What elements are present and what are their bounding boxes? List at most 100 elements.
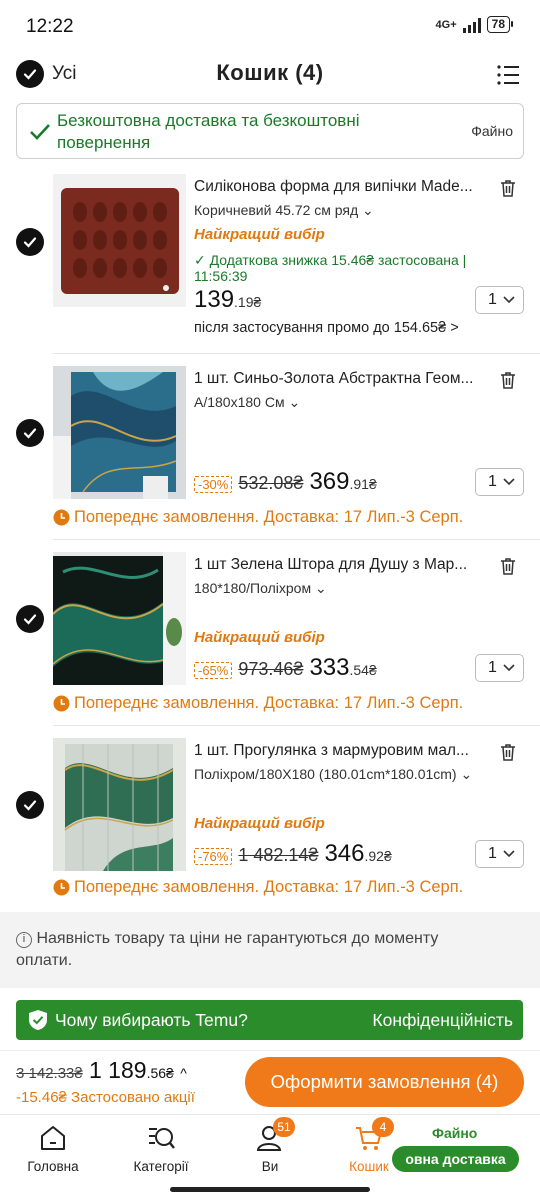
item-check-icon[interactable] — [16, 419, 44, 447]
banner-text: Безкоштовна доставка та безкоштовні пове… — [57, 111, 360, 152]
category-search-icon — [146, 1123, 176, 1153]
you-badge: 51 — [273, 1117, 295, 1137]
product-image[interactable] — [53, 738, 186, 871]
quantity-value: 1 — [488, 291, 497, 308]
variant-select[interactable]: A/180x180 См ⌄ — [194, 394, 300, 411]
variant-select[interactable]: Коричневий 45.72 см ряд ⌄ — [194, 202, 374, 219]
check-icon — [30, 124, 50, 140]
nav-you[interactable]: 51 Ви — [225, 1117, 315, 1174]
cart-icon: 4 — [354, 1117, 394, 1153]
old-total: 3 142.33₴ — [16, 1065, 83, 1082]
discount-badge: -30% — [194, 476, 233, 493]
item-title[interactable]: 1 шт. Синьо-Золота Абстрактна Геом... — [194, 370, 492, 388]
price-main: 369 — [309, 468, 350, 495]
clock-icon — [53, 695, 70, 712]
trash-icon[interactable] — [498, 178, 518, 198]
notice-text: i Наявність товару та ціни не гарантують… — [16, 928, 496, 972]
total[interactable]: 1 189.56₴ ^ — [89, 1057, 187, 1084]
home-indicator — [170, 1187, 370, 1192]
quantity-select[interactable]: 1 — [475, 654, 524, 682]
free-shipping-label: Файно — [432, 1125, 478, 1141]
price: 139.19₴ — [194, 286, 261, 314]
signal-icon — [462, 17, 481, 33]
variant-select[interactable]: 180*180/Поліхром ⌄ — [194, 580, 327, 597]
status-time: 12:22 — [26, 16, 74, 37]
price-main: 139 — [194, 286, 235, 313]
privacy-label[interactable]: Конфіденційність — [372, 1010, 513, 1031]
nav-categories[interactable]: Категорії — [116, 1123, 206, 1174]
trash-icon[interactable] — [498, 742, 518, 762]
nav-cart-label: Кошик — [349, 1159, 389, 1174]
free-shipping-pill[interactable]: овна доставка — [392, 1146, 519, 1172]
status-indicators: 4G+ 78 — [435, 16, 514, 33]
chevron-down-icon — [503, 296, 515, 304]
chevron-down-icon: ⌄ — [460, 766, 473, 782]
why-temu-bar[interactable]: Чому вибирають Temu? Конфіденційність — [16, 1000, 523, 1040]
old-price: 973.46₴ — [238, 659, 304, 679]
quantity-select[interactable]: 1 — [475, 840, 524, 868]
home-icon — [38, 1123, 68, 1153]
trash-icon[interactable] — [498, 556, 518, 576]
product-image[interactable] — [53, 174, 186, 307]
nav-home-label: Головна — [27, 1159, 79, 1174]
chevron-down-icon: ⌄ — [314, 580, 327, 596]
best-choice-badge: Найкращий вибір — [194, 629, 325, 646]
old-price: 532.08₴ — [238, 473, 304, 493]
price-main: 333 — [309, 654, 350, 681]
quantity-select[interactable]: 1 — [475, 468, 524, 496]
item-check-icon[interactable] — [16, 605, 44, 633]
preorder-notice: Попереднє замовлення. Доставка: 17 Лип.-… — [53, 878, 463, 897]
promo-applied: -15.46₴ Застосовано акції — [16, 1089, 195, 1106]
product-image[interactable] — [53, 552, 186, 685]
clock-icon — [53, 509, 70, 526]
availability-notice: i Наявність товару та ціни не гарантують… — [0, 912, 540, 988]
quantity-select[interactable]: 1 — [475, 286, 524, 314]
price: -30% 532.08₴ 369.91₴ — [194, 468, 377, 496]
why-temu-label: Чому вибирають Temu? — [55, 1010, 248, 1030]
nav-home[interactable]: Головна — [8, 1123, 98, 1174]
product-image[interactable] — [53, 366, 186, 499]
variant-label: Поліхром/180X180 (180.01cm*180.01cm) — [194, 766, 457, 782]
discount-badge: -76% — [194, 848, 233, 865]
network-label: 4G+ — [435, 18, 457, 31]
trash-icon[interactable] — [498, 370, 518, 390]
shield-check-icon — [29, 1010, 47, 1030]
chevron-down-icon — [503, 850, 515, 858]
divider — [53, 539, 540, 540]
price-decimal: .91₴ — [349, 476, 377, 492]
preorder-text: Попереднє замовлення. Доставка: 17 Лип.-… — [74, 508, 464, 526]
variant-label: 180*180/Поліхром — [194, 580, 312, 596]
chevron-up-icon: ^ — [180, 1065, 187, 1081]
promo-link[interactable]: після застосування промо до 154.65₴ > — [194, 320, 459, 336]
preorder-text: Попереднє замовлення. Доставка: 17 Лип.-… — [74, 694, 464, 712]
cart-badge: 4 — [372, 1117, 394, 1137]
chevron-down-icon: ⌄ — [288, 394, 301, 410]
extra-discount-text: Додаткова знижка 15.46₴ застосована | 11… — [194, 252, 467, 284]
price: -76% 1 482.14₴ 346.92₴ — [194, 840, 392, 868]
variant-select[interactable]: Поліхром/180X180 (180.01cm*180.01cm) ⌄ — [194, 766, 472, 783]
user-icon: 51 — [255, 1117, 295, 1153]
old-price: 1 482.14₴ — [238, 845, 319, 865]
info-icon: i — [16, 932, 32, 948]
quantity-value: 1 — [488, 659, 497, 676]
item-check-icon[interactable] — [16, 228, 44, 256]
item-title[interactable]: Силіконова форма для випічки Made... — [194, 178, 492, 196]
item-title[interactable]: 1 шт Зелена Штора для Душу з Мар... — [194, 556, 492, 574]
price-main: 346 — [324, 840, 365, 867]
price-decimal: .92₴ — [364, 848, 392, 864]
preorder-text: Попереднє замовлення. Доставка: 17 Лип.-… — [74, 878, 464, 896]
nav-you-label: Ви — [261, 1159, 279, 1174]
price-decimal: .19₴ — [234, 294, 262, 310]
item-check-icon[interactable] — [16, 791, 44, 819]
chevron-down-icon — [503, 478, 515, 486]
checkout-button[interactable]: Оформити замовлення (4) — [245, 1057, 524, 1107]
variant-label: A/180x180 См — [194, 394, 285, 410]
list-menu-icon[interactable] — [496, 64, 520, 86]
check-icon: ✓ — [194, 252, 210, 268]
item-title[interactable]: 1 шт. Прогулянка з мармуровим мал... — [194, 742, 492, 760]
discount-badge: -65% — [194, 662, 233, 679]
nav-categories-label: Категорії — [133, 1159, 189, 1174]
free-shipping-banner[interactable]: Безкоштовна доставка та безкоштовні пове… — [16, 103, 524, 159]
best-choice-badge: Найкращий вибір — [194, 226, 325, 243]
clock-icon — [53, 879, 70, 896]
